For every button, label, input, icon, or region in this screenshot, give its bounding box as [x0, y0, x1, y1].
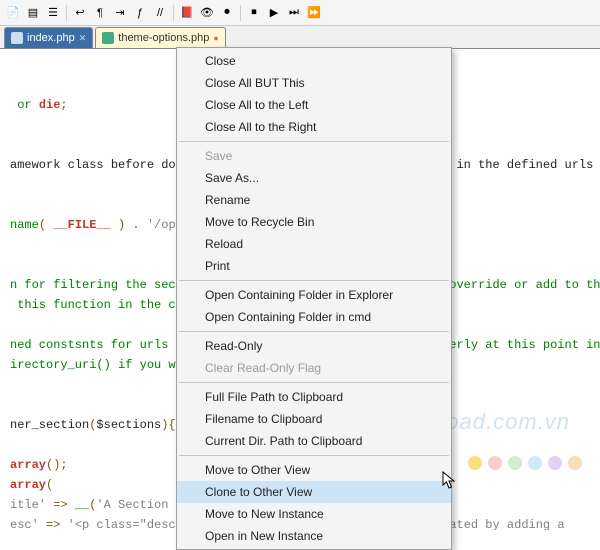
cm-open-cmd[interactable]: Open Containing Folder in cmd: [177, 306, 451, 328]
tab-label: index.php: [27, 32, 75, 44]
cm-move-instance[interactable]: Move to New Instance: [177, 503, 451, 525]
eye-icon[interactable]: 👁: [198, 4, 216, 22]
cm-save-as[interactable]: Save As...: [177, 167, 451, 189]
indent-icon[interactable]: ⇥: [111, 4, 129, 22]
cm-move-view[interactable]: Move to Other View: [177, 459, 451, 481]
cm-close-left[interactable]: Close All to the Left: [177, 94, 451, 116]
file-icon[interactable]: 📄: [4, 4, 22, 22]
ff-icon[interactable]: ⏩: [305, 4, 323, 22]
cm-reload[interactable]: Reload: [177, 233, 451, 255]
cm-filename[interactable]: Filename to Clipboard: [177, 408, 451, 430]
tab-label: theme-options.php: [118, 32, 209, 44]
cm-save: Save: [177, 145, 451, 167]
tab-theme-options[interactable]: theme-options.php ●: [95, 27, 226, 48]
list-icon[interactable]: ☰: [44, 4, 62, 22]
cm-dirpath[interactable]: Current Dir. Path to Clipboard: [177, 430, 451, 452]
cm-close[interactable]: Close: [177, 50, 451, 72]
cm-clear-readonly: Clear Read-Only Flag: [177, 357, 451, 379]
cascade-icon[interactable]: ▤: [24, 4, 42, 22]
php-icon: [102, 32, 114, 44]
cm-open-instance[interactable]: Open in New Instance: [177, 525, 451, 547]
function-icon[interactable]: ƒ: [131, 4, 149, 22]
cm-fullpath[interactable]: Full File Path to Clipboard: [177, 386, 451, 408]
cm-close-right[interactable]: Close All to the Right: [177, 116, 451, 138]
tab-close-icon[interactable]: ●: [213, 33, 218, 43]
comment-icon[interactable]: //: [151, 4, 169, 22]
cm-recycle[interactable]: Move to Recycle Bin: [177, 211, 451, 233]
record-icon[interactable]: ⏺: [218, 4, 236, 22]
tab-close-icon[interactable]: ✕: [79, 33, 87, 44]
cm-print[interactable]: Print: [177, 255, 451, 277]
toolbar: 📄▤☰ ↩¶⇥ƒ// 📕👁⏺ ⏹▶⏭⏩: [0, 0, 600, 26]
stop-icon[interactable]: ⏹: [245, 4, 263, 22]
tab-index[interactable]: index.php ✕: [4, 27, 93, 48]
cm-open-explorer[interactable]: Open Containing Folder in Explorer: [177, 284, 451, 306]
cm-clone-view[interactable]: Clone to Other View: [177, 481, 451, 503]
cm-readonly[interactable]: Read-Only: [177, 335, 451, 357]
pdf-icon[interactable]: 📕: [178, 4, 196, 22]
cm-close-all-but[interactable]: Close All BUT This: [177, 72, 451, 94]
play-icon[interactable]: ▶: [265, 4, 283, 22]
tab-context-menu: CloseClose All BUT ThisClose All to the …: [176, 47, 452, 550]
tab-bar: index.php ✕ theme-options.php ●: [0, 26, 600, 49]
cm-rename[interactable]: Rename: [177, 189, 451, 211]
paragraph-icon[interactable]: ¶: [91, 4, 109, 22]
wrap-icon[interactable]: ↩: [71, 4, 89, 22]
php-icon: [11, 32, 23, 44]
playlist-icon[interactable]: ⏭: [285, 4, 303, 22]
